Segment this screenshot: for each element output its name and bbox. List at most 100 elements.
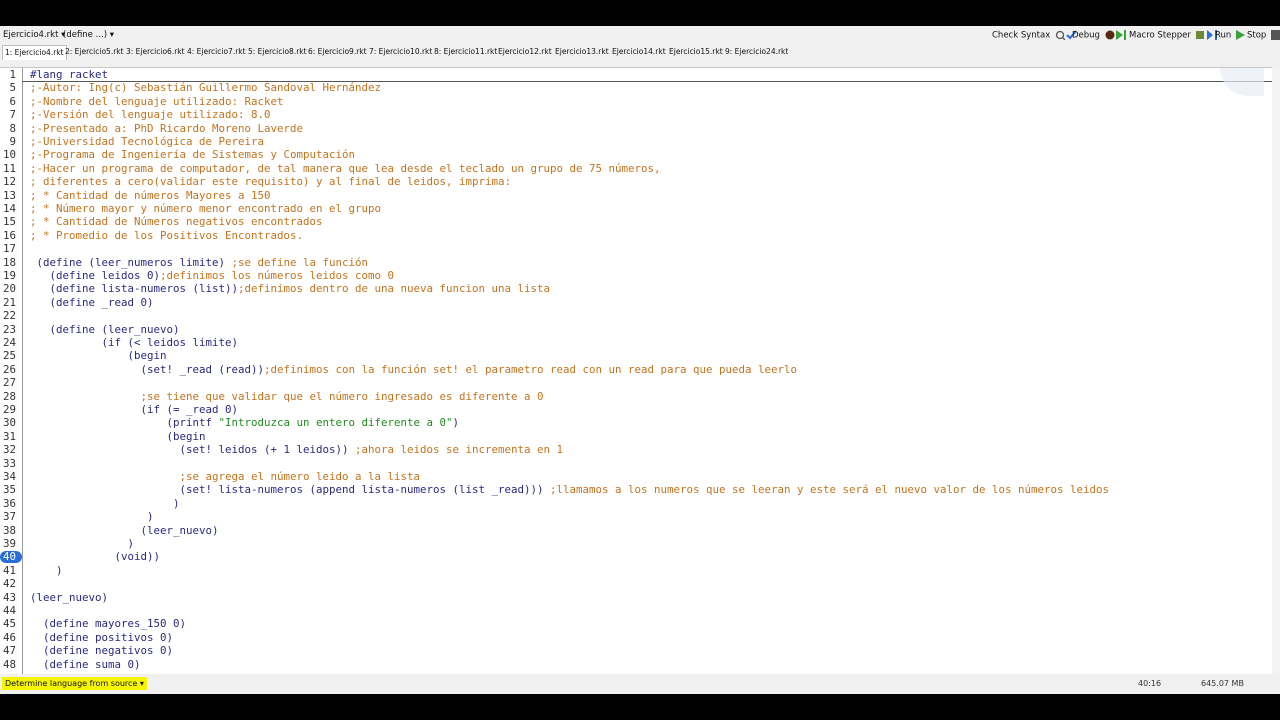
tab-ejercicio24[interactable]: 9: Ejercicio24.rkt [723,47,790,56]
line-text: ;-Autor: Ing(c) Sebastián Guillermo Sand… [30,81,382,95]
line-text: ; * Cantidad de Números negativos encont… [30,215,323,229]
status-bar: Determine language from source ▾ 40:16 6… [0,674,1280,694]
run-label: Run [1215,30,1232,41]
line-number: 27 [2,376,16,390]
line-number: 36 [2,496,16,510]
line-text: ;se agrega el número leido a la lista [30,470,421,483]
stop-button[interactable]: Stop [1247,30,1280,41]
line-text: ; * Cantidad de números Mayores a 150 [30,188,271,202]
line-number: 1 [9,68,16,81]
file-tabs: 1: Ejercicio4.rkt 2: Ejercicio5.rkt 3: E… [0,45,1280,60]
line-text: (if (< leidos limite) [30,336,239,349]
tab-ejercicio8[interactable]: 5: Ejercicio8.rkt [246,47,309,56]
tab-ejercicio5[interactable]: 2: Ejercicio5.rkt [63,47,126,56]
line-number: 44 [2,604,16,617]
line-number: 12 [2,175,16,189]
definitions-editor[interactable]: 1 #lang racket 5 ;-Autor: Ing(c) Sebastián … [0,67,1272,674]
tab-ejercicio4[interactable]: 1: Ejercicio4.rkt [2,45,67,60]
line-text: ; diferentes a cero(validar este requisi… [30,175,512,189]
line-number: 8 [9,121,16,135]
tab-ejercicio15[interactable]: Ejercicio15.rkt [667,47,725,56]
macro-stepper-button[interactable]: Macro Stepper [1129,30,1220,41]
tab-ejercicio12[interactable]: Ejercicio12.rkt [496,47,554,56]
line-number: 24 [2,336,16,349]
line-text: ) [30,537,135,550]
line-number: 31 [2,429,16,443]
line-text: ;-Hacer un programa de computador, de ta… [30,161,661,175]
debug-button[interactable]: Debug [1072,30,1127,41]
cursor-position: 40:16 [1138,679,1162,688]
line-text: (if (= _read 0) [30,403,239,416]
line-text: (leer_nuevo) [30,590,109,604]
line-number: 40 [2,550,16,564]
line-number: 13 [2,188,16,202]
line-text: (leer_nuevo) [30,523,219,537]
line-number: 6 [9,94,16,108]
line-text: ;se tiene que validar que el número ingr… [30,389,544,403]
line-text: (begin [30,429,206,443]
line-text: (printf "Introduzca un entero diferente … [30,416,460,430]
line-text: ;-Programa de Ingeniería de Sistemas y C… [30,148,356,162]
line-text: (set! lista-numeros (append lista-numero… [30,483,1110,497]
line-number: 10 [2,148,16,162]
line-number: 32 [2,443,16,457]
line-number: 14 [2,202,16,215]
run-icon [1236,30,1246,40]
line-number: 25 [2,349,16,363]
line-text: (define (leer_numeros limite) ;se define… [30,255,369,269]
line-number: 33 [2,456,16,470]
line-number: 16 [2,228,16,242]
line-number: 39 [2,537,16,550]
tab-ejercicio7[interactable]: 4: Ejercicio7.rkt [185,47,248,56]
line-number: 48 [2,657,16,671]
tab-ejercicio6[interactable]: 3: Ejercicio6.rkt [124,47,187,56]
tab-ejercicio13[interactable]: Ejercicio13.rkt [553,47,611,56]
vertical-scrollbar[interactable] [1272,67,1280,673]
file-selector[interactable]: Ejercicio4.rkt ▾ [3,30,65,40]
line-text: ; * Número mayor y número menor encontra… [30,202,382,215]
macro-stepper-label: Macro Stepper [1129,30,1191,41]
stop-icon [1271,30,1280,40]
line-number: 30 [2,416,16,430]
line-text: (set! _read (read));definimos con la fun… [30,362,798,376]
line-text: ; * Promedio de los Positivos Encontrado… [30,228,304,242]
line-text: (begin [30,349,167,363]
check-syntax-button[interactable]: Check Syntax [992,30,1077,41]
bug-play-icon [1105,30,1126,40]
language-selector[interactable]: Determine language from source ▾ [2,677,147,690]
line-number: 47 [2,644,16,658]
run-button[interactable]: Run [1215,30,1246,41]
check-syntax-label: Check Syntax [992,30,1051,41]
line-text: ) [30,563,63,577]
line-number: 7 [9,108,16,122]
line-number: 38 [2,523,16,537]
line-text: (define negativos 0) [30,644,174,658]
tab-ejercicio11[interactable]: 8: Ejercicio11.rkt [432,47,499,56]
line-number: 18 [2,255,16,269]
line-text: ) [30,496,180,510]
tab-ejercicio9[interactable]: 6: Ejercicio9.rkt [306,47,369,56]
line-number: 46 [2,630,16,644]
editor-corner-overlay [1220,68,1264,96]
line-text: (define _read 0) [30,295,154,309]
define-selector[interactable]: (define ...) ▾ [63,30,114,40]
line-text: (define leidos 0);definimos los números … [30,269,395,282]
line-text: ;-Versión del lenguaje utilizado: 8.0 [30,108,271,122]
line-number: 15 [2,215,16,229]
line-text: ;-Presentado a: PhD Ricardo Moreno Laver… [30,121,304,135]
line-text: ) [30,510,154,524]
tab-ejercicio14[interactable]: Ejercicio14.rkt [610,47,668,56]
line-number: 43 [2,590,16,604]
tab-ejercicio10[interactable]: 7: Ejercicio10.rkt [367,47,434,56]
line-text: (void)) [30,550,161,564]
line-text: (set! leidos (+ 1 leidos)) ;ahora leidos… [30,443,564,457]
line-text: ;-Nombre del lenguaje utilizado: Racket [30,94,284,108]
line-text: (define positivos 0) [30,630,174,644]
line-text: (define mayores_150 0) [30,617,187,631]
line-number: 34 [2,470,16,483]
line-text: ;-Universidad Tecnológica de Pereira [30,135,265,148]
line-text: (define suma 0) [30,657,141,671]
line-number: 20 [2,282,16,296]
line-number: 28 [2,389,16,403]
line-number: 37 [2,510,16,524]
